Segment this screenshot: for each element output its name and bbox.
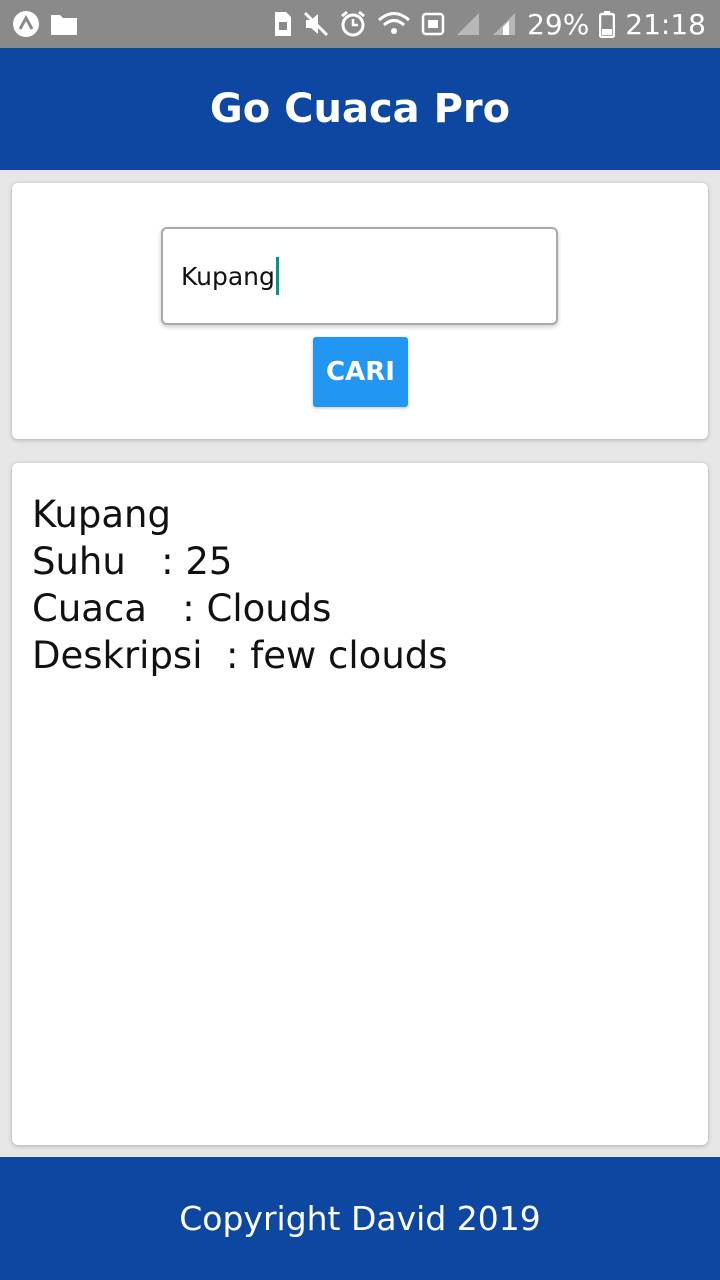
- result-description: Deskripsi : few clouds: [32, 634, 448, 677]
- footer: Copyright David 2019: [0, 1157, 720, 1280]
- clock: 21:18: [625, 7, 706, 41]
- app-bar: Go Cuaca Pro: [0, 48, 720, 170]
- mute-icon: [303, 11, 329, 37]
- wifi-icon: [377, 11, 411, 37]
- data-icon: [421, 11, 445, 37]
- status-bar: 29% 21:18: [0, 0, 720, 48]
- battery-percent: 29%: [527, 7, 590, 41]
- app-title: Go Cuaca Pro: [209, 86, 511, 132]
- app-a-icon: [12, 10, 40, 38]
- search-card: Kupang CARI: [12, 183, 708, 439]
- folder-icon: [50, 12, 78, 36]
- text-caret: [275, 257, 279, 295]
- status-left: [12, 10, 78, 38]
- weather-result: Kupang Suhu : 25 Cuaca : Clouds Deskrips…: [32, 491, 448, 679]
- alarm-icon: [339, 10, 367, 38]
- result-weather: Cuaca : Clouds: [32, 587, 332, 630]
- signal2-icon: [491, 11, 517, 37]
- city-search-value[interactable]: Kupang: [181, 262, 275, 291]
- result-card: Kupang Suhu : 25 Cuaca : Clouds Deskrips…: [12, 463, 708, 1145]
- copyright-text: Copyright David 2019: [179, 1199, 541, 1238]
- sim-icon: [273, 10, 293, 38]
- status-right: 29% 21:18: [273, 8, 706, 41]
- result-temperature: Suhu : 25: [32, 540, 233, 583]
- city-search-input[interactable]: Kupang: [161, 227, 558, 325]
- signal-icon: [455, 11, 481, 37]
- battery-icon: [599, 10, 616, 38]
- search-button[interactable]: CARI: [313, 337, 408, 407]
- result-city: Kupang: [32, 493, 171, 536]
